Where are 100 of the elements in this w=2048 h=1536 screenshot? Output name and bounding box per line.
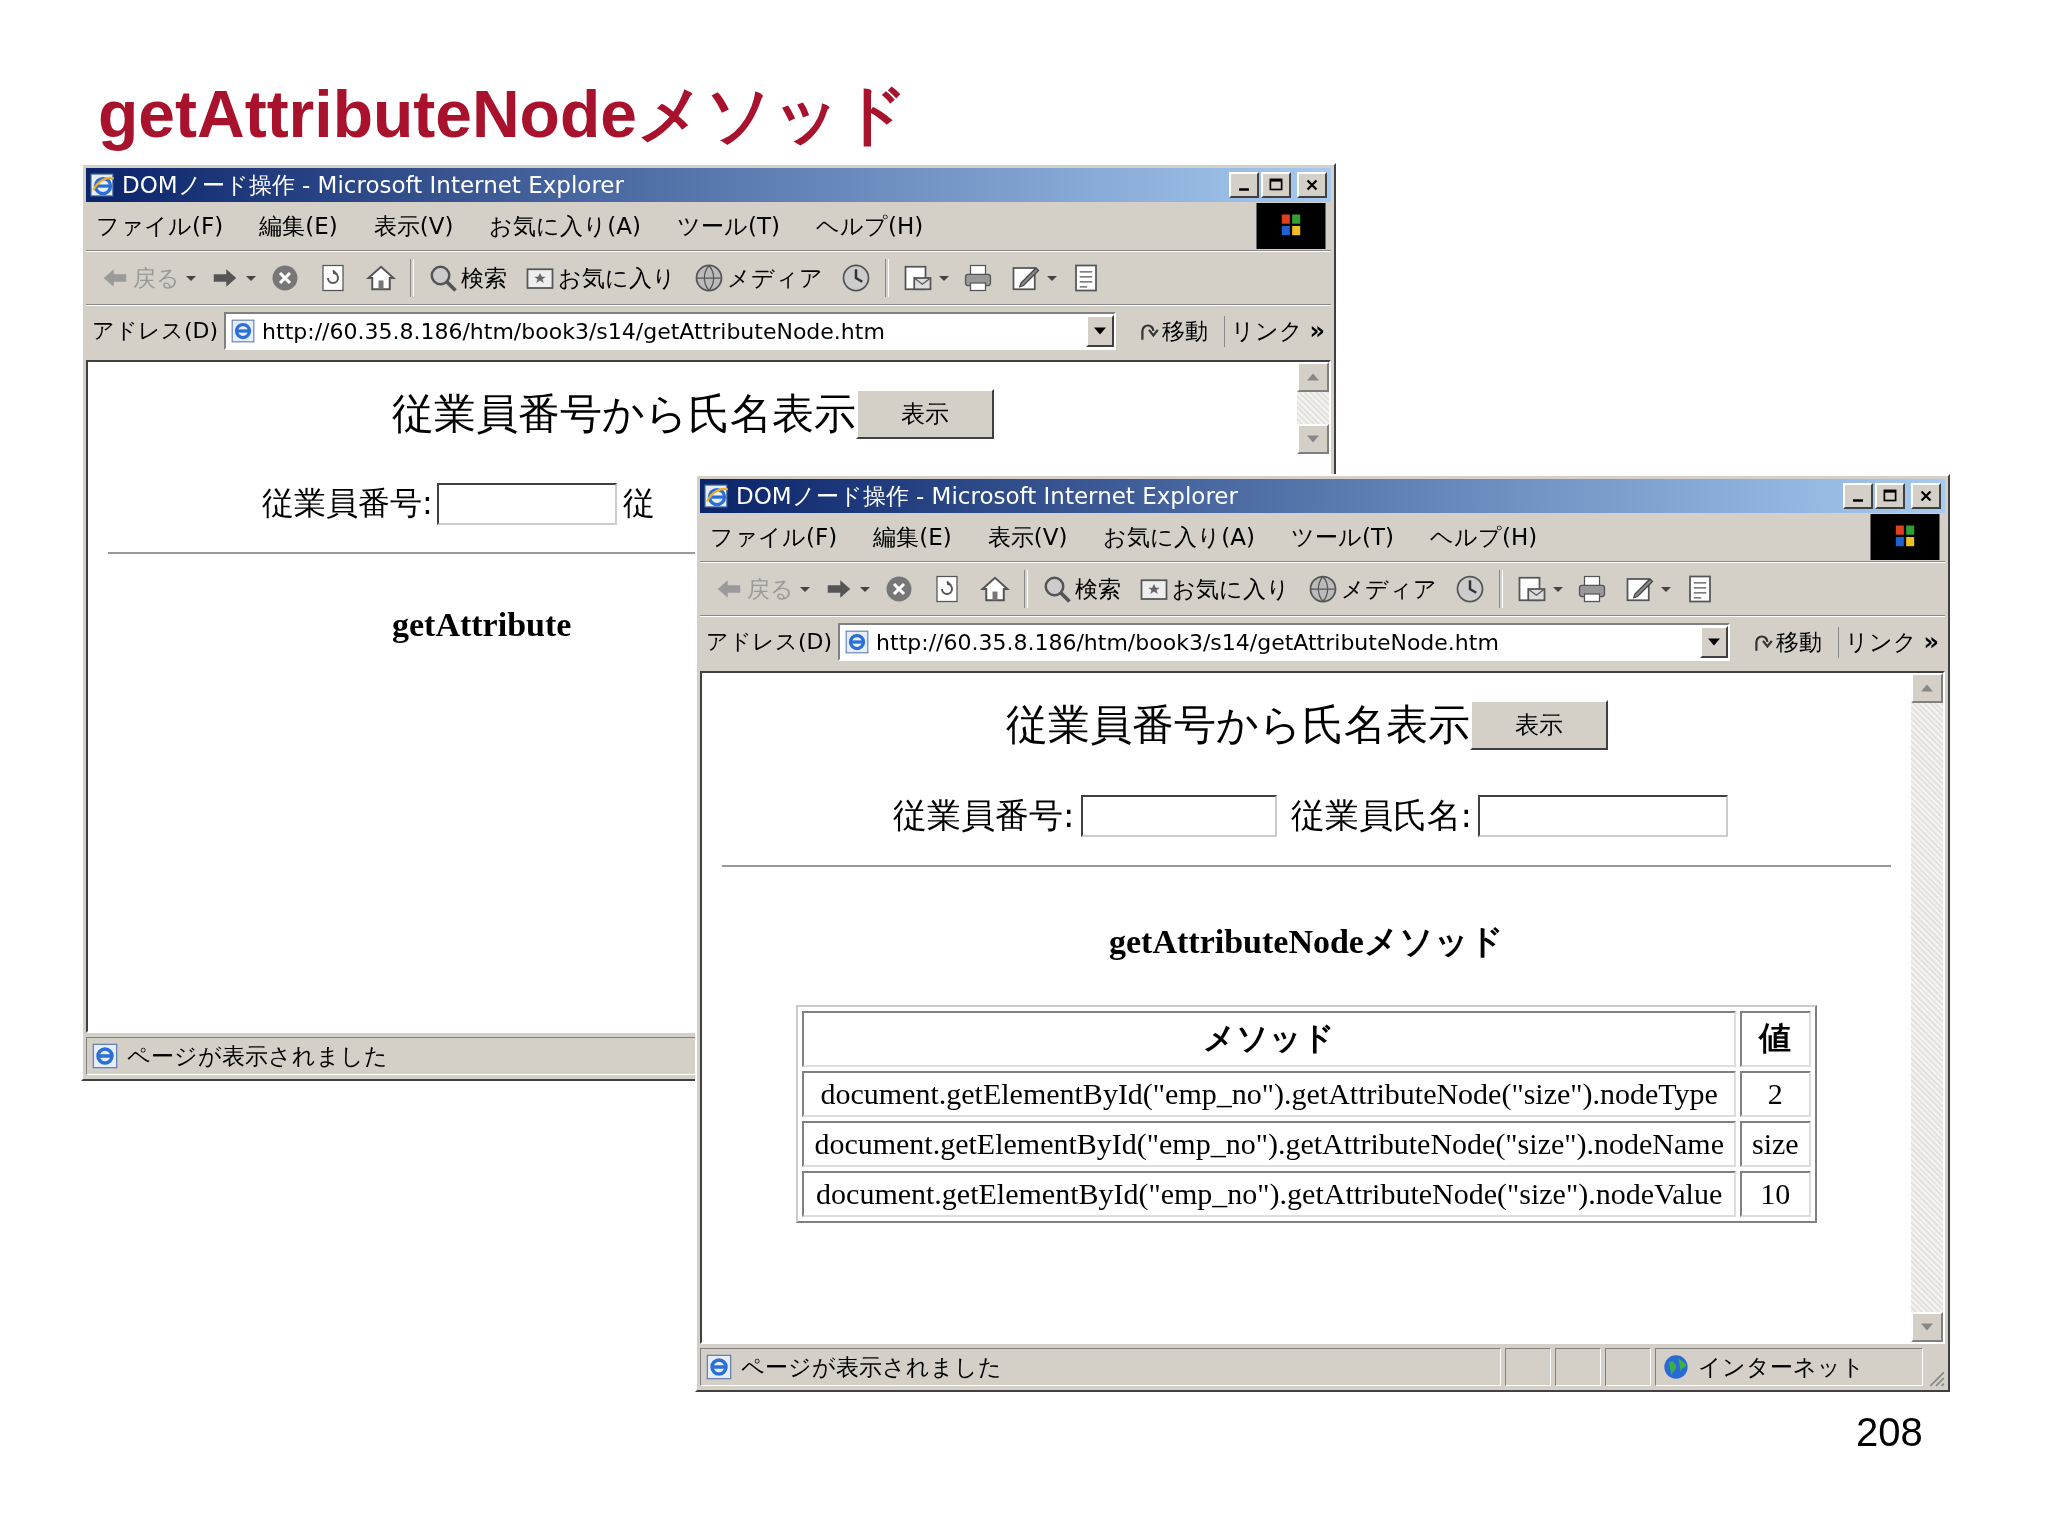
section-title: getAttributeNodeメソッド xyxy=(1109,922,1504,962)
dropdown-button[interactable] xyxy=(246,275,256,281)
menu-item[interactable]: ヘルプ(H) xyxy=(816,210,924,242)
address-field[interactable]: http://60.35.8.186/htm/book3/s14/getAttributeNode.htm xyxy=(838,623,1731,661)
menu-item[interactable]: 表示(V) xyxy=(987,521,1068,553)
menu-item[interactable]: ヘルプ(H) xyxy=(1430,521,1538,553)
menu-item[interactable]: 編集(E) xyxy=(259,210,338,242)
slide-title: getAttributeNodeメソッド xyxy=(98,76,909,153)
page-icon xyxy=(230,318,257,344)
globe-icon xyxy=(1308,574,1338,604)
scrollbar[interactable] xyxy=(1297,362,1329,454)
links-button[interactable]: リンク xyxy=(1231,315,1304,347)
house-icon xyxy=(980,574,1010,604)
envelope-icon xyxy=(903,263,933,293)
field-label: 従 xyxy=(622,483,655,524)
minimize-button[interactable] xyxy=(1229,172,1259,198)
address-label: アドレス(D) xyxy=(92,317,219,345)
dropdown-button[interactable] xyxy=(1700,626,1729,658)
minimize-button[interactable] xyxy=(1843,483,1873,509)
status-pane xyxy=(1605,1348,1651,1386)
printer-icon xyxy=(1577,574,1607,604)
minimize-icon xyxy=(1239,188,1249,191)
caret-icon xyxy=(1661,586,1671,592)
down-arrow-icon xyxy=(1921,1323,1933,1331)
up-arrow-icon xyxy=(1307,373,1319,381)
scroll-up-button[interactable] xyxy=(1911,673,1943,703)
menu-item[interactable]: ツール(T) xyxy=(677,210,781,242)
column-header: メソッド xyxy=(802,1011,1736,1067)
table-cell: document.getElementById("emp_no").getAttributeNode("size").nodeValue xyxy=(802,1171,1736,1217)
links-button[interactable]: リンク xyxy=(1845,626,1918,658)
menu-item[interactable]: ファイル(F) xyxy=(710,521,838,553)
field-label: 従業員氏名: xyxy=(1290,794,1472,837)
dropdown-button[interactable] xyxy=(186,275,196,281)
favorites-button[interactable]: お気に入り xyxy=(1135,573,1294,605)
scroll-up-button[interactable] xyxy=(1297,362,1329,392)
page-icon xyxy=(705,1353,733,1381)
input-field[interactable] xyxy=(1477,795,1728,837)
dropdown-button[interactable] xyxy=(860,586,870,592)
stop-icon xyxy=(270,263,300,293)
clock-icon xyxy=(841,263,871,293)
maximize-button[interactable] xyxy=(1875,483,1905,509)
page-heading: 従業員番号から氏名表示 xyxy=(391,388,856,440)
go-button[interactable]: 移動 xyxy=(1122,315,1226,347)
show-button[interactable]: 表示 xyxy=(855,389,994,439)
dropdown-button[interactable] xyxy=(1086,315,1115,347)
search-icon xyxy=(1042,574,1072,604)
scrollbar[interactable] xyxy=(1911,673,1943,1342)
table-cell: document.getElementById("emp_no").getAttributeNode("size").nodeName xyxy=(802,1121,1736,1167)
menu-item[interactable]: お気に入り(A) xyxy=(1103,521,1256,553)
scroll-down-button[interactable] xyxy=(1297,424,1329,454)
search-button[interactable]: 検索 xyxy=(1038,573,1125,605)
favorites-button[interactable]: お気に入り xyxy=(521,262,680,294)
menu-item[interactable]: 表示(V) xyxy=(373,210,454,242)
dropdown-button[interactable] xyxy=(1047,275,1057,281)
caret-icon xyxy=(1708,638,1721,646)
maximize-icon xyxy=(1881,488,1899,504)
more-button[interactable]: » xyxy=(1923,628,1939,656)
globe-icon xyxy=(694,263,724,293)
input-field[interactable] xyxy=(436,483,617,525)
media-button[interactable]: メディア xyxy=(690,262,827,294)
status-pane xyxy=(1555,1348,1601,1386)
dropdown-button[interactable] xyxy=(800,586,810,592)
up-arrow-icon xyxy=(1921,684,1933,692)
status-text: ページが表示されました xyxy=(127,1041,388,1071)
page-icon xyxy=(844,629,871,655)
close-button[interactable] xyxy=(1911,483,1941,509)
more-button[interactable]: » xyxy=(1309,317,1325,345)
window-title: DOMノード操作 - Microsoft Internet Explorer xyxy=(736,481,1238,511)
menu-item[interactable]: ツール(T) xyxy=(1291,521,1395,553)
show-button[interactable]: 表示 xyxy=(1469,700,1608,750)
dropdown-button[interactable] xyxy=(939,275,949,281)
caret-icon xyxy=(1094,327,1107,335)
maximize-button[interactable] xyxy=(1261,172,1291,198)
resize-grip-icon[interactable] xyxy=(1927,1369,1945,1387)
caret-icon xyxy=(800,586,810,592)
menu-item[interactable]: ファイル(F) xyxy=(96,210,224,242)
scroll-down-button[interactable] xyxy=(1911,1312,1943,1342)
dropdown-button[interactable] xyxy=(1553,586,1563,592)
menu-item[interactable]: お気に入り(A) xyxy=(489,210,642,242)
address-label: アドレス(D) xyxy=(706,628,833,656)
clock-icon xyxy=(1455,574,1485,604)
address-field[interactable]: http://60.35.8.186/htm/book3/s14/getAttributeNode.htm xyxy=(224,312,1117,350)
house-icon xyxy=(366,263,396,293)
dropdown-button[interactable] xyxy=(1661,586,1671,592)
maximize-icon xyxy=(1267,177,1285,193)
close-button[interactable] xyxy=(1297,172,1327,198)
section-title: getAttribute xyxy=(391,606,572,644)
url-text: http://60.35.8.186/htm/book3/s14/getAttributeNode.htm xyxy=(262,318,885,344)
input-field[interactable] xyxy=(1080,795,1277,837)
caret-icon xyxy=(1047,275,1057,281)
media-button[interactable]: メディア xyxy=(1304,573,1441,605)
search-button[interactable]: 検索 xyxy=(424,262,511,294)
field-label: 従業員番号: xyxy=(262,483,433,524)
column-header: 値 xyxy=(1739,1011,1811,1067)
window-title: DOMノード操作 - Microsoft Internet Explorer xyxy=(122,170,624,200)
table-cell: 2 xyxy=(1739,1071,1811,1117)
go-button[interactable]: 移動 xyxy=(1736,626,1840,658)
status-text: ページが表示されました xyxy=(741,1352,1002,1382)
menu-item[interactable]: 編集(E) xyxy=(873,521,952,553)
envelope-icon xyxy=(1517,574,1547,604)
